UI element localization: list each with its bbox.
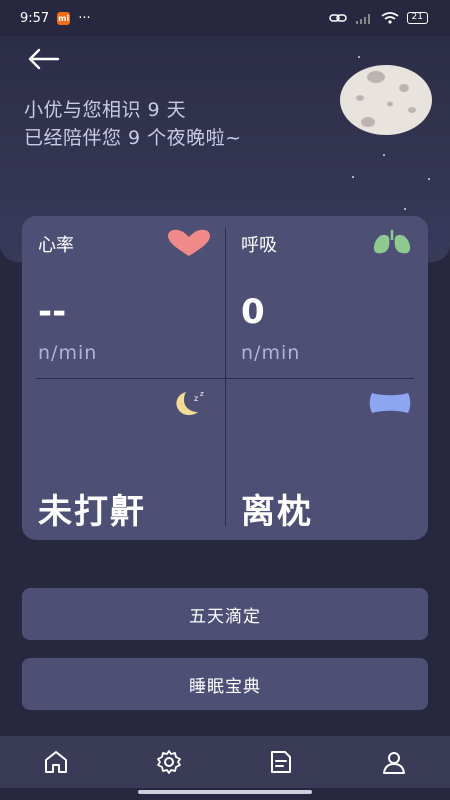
heart-rate-unit: n/min [38, 342, 98, 364]
lungs-icon [373, 230, 411, 254]
profile-icon [382, 752, 405, 774]
five-day-titration-button[interactable]: 五天滴定 [22, 588, 428, 640]
sleeping-moon-icon: z z [176, 390, 204, 416]
sleep-guide-label: 睡眠宝典 [189, 676, 261, 697]
days-known-text: 小优与您相识 9 天 [24, 99, 187, 121]
pillow-status: 离枕 [241, 492, 313, 532]
breathing-label: 呼吸 [241, 235, 277, 256]
star [404, 208, 406, 210]
status-time: 9:57 [20, 10, 50, 26]
heart-rate-label: 心率 [38, 235, 74, 256]
sleep-guide-button[interactable]: 睡眠宝典 [22, 658, 428, 710]
heart-icon [168, 229, 210, 256]
tab-settings[interactable] [149, 742, 189, 782]
moon-illustration [340, 65, 432, 135]
snoring-status: 未打鼾 [38, 492, 146, 532]
svg-text:z: z [200, 390, 204, 398]
status-bar: 9:57 mi ··· 21 [0, 0, 450, 36]
card-divider-vertical [225, 228, 226, 526]
pillow-icon [369, 393, 411, 413]
nights-accompanied-text: 已经陪伴您 9 个夜晚啦~ [24, 127, 242, 149]
star [352, 176, 354, 178]
report-icon [271, 751, 292, 773]
breathing-unit: n/min [241, 342, 301, 364]
tab-profile[interactable] [374, 742, 414, 782]
bottom-navigation [0, 736, 450, 788]
back-button[interactable] [26, 48, 60, 70]
mi-app-icon: mi [57, 11, 71, 25]
home-icon [45, 751, 68, 773]
arrow-left-icon [28, 48, 60, 70]
companion-intro: 小优与您相识 9 天 已经陪伴您 9 个夜晚啦~ [24, 96, 242, 152]
five-day-titration-label: 五天滴定 [189, 606, 261, 627]
home-indicator [138, 790, 312, 794]
star [358, 56, 360, 58]
signal-icon [355, 14, 370, 24]
card-divider-horizontal [36, 378, 414, 379]
settings-icon [156, 750, 181, 774]
star [428, 178, 430, 180]
link-icon [328, 14, 347, 22]
breathing-value: 0 [241, 292, 265, 332]
heart-rate-value: -- [38, 292, 67, 332]
battery-indicator: 21 [406, 12, 428, 24]
tab-home[interactable] [36, 742, 76, 782]
wifi-icon [381, 12, 399, 24]
svg-text:z: z [194, 394, 198, 403]
vitals-card: 心率 -- n/min 呼吸 0 n/min z z 未打鼾 离枕 [22, 216, 428, 540]
more-notifications-icon: ··· [78, 10, 91, 26]
tab-report[interactable] [261, 742, 301, 782]
star [383, 154, 385, 156]
